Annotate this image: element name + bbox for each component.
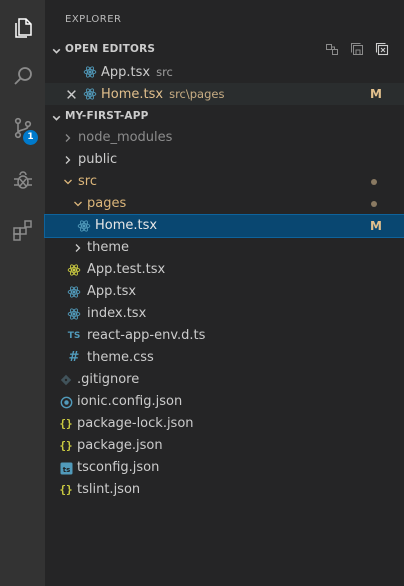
tree-item-file[interactable]: TS react-app-env.d.ts bbox=[45, 325, 404, 347]
file-name: theme.css bbox=[87, 350, 154, 365]
file-name: Home.tsx bbox=[95, 218, 158, 233]
explorer-sidebar: EXPLORER OPEN EDITORS App.tsx src Home.t… bbox=[44, 0, 404, 586]
file-name: package-lock.json bbox=[77, 416, 194, 431]
file-name: package.json bbox=[77, 438, 163, 453]
react-test-icon bbox=[67, 263, 81, 277]
folder-name: theme bbox=[87, 240, 129, 255]
source-control-badge: 1 bbox=[23, 130, 38, 145]
file-name: .gitignore bbox=[77, 372, 140, 387]
react-icon bbox=[67, 285, 81, 299]
modified-badge: M bbox=[370, 87, 382, 101]
css-icon: # bbox=[68, 350, 80, 365]
file-name: App.test.tsx bbox=[87, 262, 166, 277]
folder-name: pages bbox=[87, 196, 127, 211]
file-path: src bbox=[156, 65, 173, 79]
activity-bar: 1 bbox=[0, 0, 45, 586]
file-path: src\pages bbox=[169, 87, 225, 101]
json-icon: {} bbox=[59, 417, 73, 430]
search-icon bbox=[11, 64, 35, 88]
ionic-icon bbox=[59, 395, 73, 409]
file-name: tslint.json bbox=[77, 482, 141, 497]
tree-item-file[interactable]: App.tsx bbox=[45, 281, 404, 303]
react-icon bbox=[67, 307, 81, 321]
tree-item-file[interactable]: Home.tsx M bbox=[44, 214, 404, 238]
file-name: react-app-env.d.ts bbox=[87, 328, 206, 343]
tree-item-folder[interactable]: src bbox=[45, 171, 404, 193]
react-icon bbox=[83, 65, 97, 79]
file-name: index.tsx bbox=[87, 306, 147, 321]
chevron-down-icon bbox=[71, 197, 85, 211]
file-name: App.tsx bbox=[87, 284, 137, 299]
react-icon bbox=[83, 87, 97, 101]
files-icon bbox=[11, 16, 35, 40]
file-name: ionic.config.json bbox=[77, 394, 183, 409]
modified-badge: M bbox=[370, 219, 382, 233]
tree-item-file[interactable]: ionic.config.json bbox=[45, 391, 404, 413]
extensions-icon bbox=[11, 218, 35, 242]
svg-text:ts: ts bbox=[62, 466, 70, 474]
open-editors-header[interactable]: OPEN EDITORS bbox=[45, 38, 404, 60]
open-editor-item[interactable]: App.tsx src bbox=[45, 61, 404, 83]
tree-item-file[interactable]: {} package-lock.json bbox=[45, 413, 404, 435]
tsconfig-icon: ts bbox=[59, 461, 73, 475]
tree-item-file[interactable]: App.test.tsx bbox=[45, 259, 404, 281]
tree-item-folder[interactable]: node_modules bbox=[45, 127, 404, 149]
chevron-right-icon bbox=[71, 241, 85, 255]
open-editor-item[interactable]: Home.tsx src\pages M bbox=[45, 83, 404, 105]
chevron-right-icon bbox=[61, 153, 75, 167]
project-header[interactable]: MY-FIRST-APP bbox=[45, 105, 404, 127]
debug-icon bbox=[11, 168, 35, 192]
chevron-down-icon bbox=[61, 175, 75, 189]
git-icon bbox=[59, 373, 73, 387]
file-name: App.tsx bbox=[101, 65, 151, 80]
tree-item-file[interactable]: ts tsconfig.json bbox=[45, 457, 404, 479]
folder-name: public bbox=[78, 152, 118, 167]
tree-item-file[interactable]: # theme.css bbox=[45, 347, 404, 369]
open-editors-label: OPEN EDITORS bbox=[65, 43, 156, 55]
ts-icon: TS bbox=[67, 331, 81, 341]
folder-name: src bbox=[78, 174, 97, 189]
tree-item-file[interactable]: .gitignore bbox=[45, 369, 404, 391]
search-button[interactable] bbox=[0, 56, 45, 96]
modified-dot bbox=[371, 201, 377, 207]
debug-button[interactable] bbox=[0, 160, 45, 200]
tree-item-file[interactable]: {} tslint.json bbox=[45, 479, 404, 501]
explorer-title: EXPLORER bbox=[65, 14, 122, 25]
json-icon: {} bbox=[59, 439, 73, 452]
tree-item-folder[interactable]: theme bbox=[45, 237, 404, 259]
modified-dot bbox=[371, 179, 377, 185]
tree-item-file[interactable]: index.tsx bbox=[45, 303, 404, 325]
source-control-button[interactable]: 1 bbox=[0, 108, 45, 148]
extensions-button[interactable] bbox=[0, 210, 45, 250]
tree-item-file[interactable]: {} package.json bbox=[45, 435, 404, 457]
tree-item-folder[interactable]: public bbox=[45, 149, 404, 171]
chevron-right-icon bbox=[61, 131, 75, 145]
explorer-button[interactable] bbox=[0, 8, 45, 48]
close-icon[interactable] bbox=[64, 87, 78, 101]
react-icon bbox=[77, 219, 91, 233]
tree-item-folder[interactable]: pages bbox=[45, 193, 404, 215]
json-icon: {} bbox=[59, 483, 73, 496]
file-name: tsconfig.json bbox=[77, 460, 160, 475]
project-label: MY-FIRST-APP bbox=[65, 110, 149, 122]
folder-name: node_modules bbox=[78, 130, 173, 145]
file-name: Home.tsx bbox=[101, 87, 164, 102]
